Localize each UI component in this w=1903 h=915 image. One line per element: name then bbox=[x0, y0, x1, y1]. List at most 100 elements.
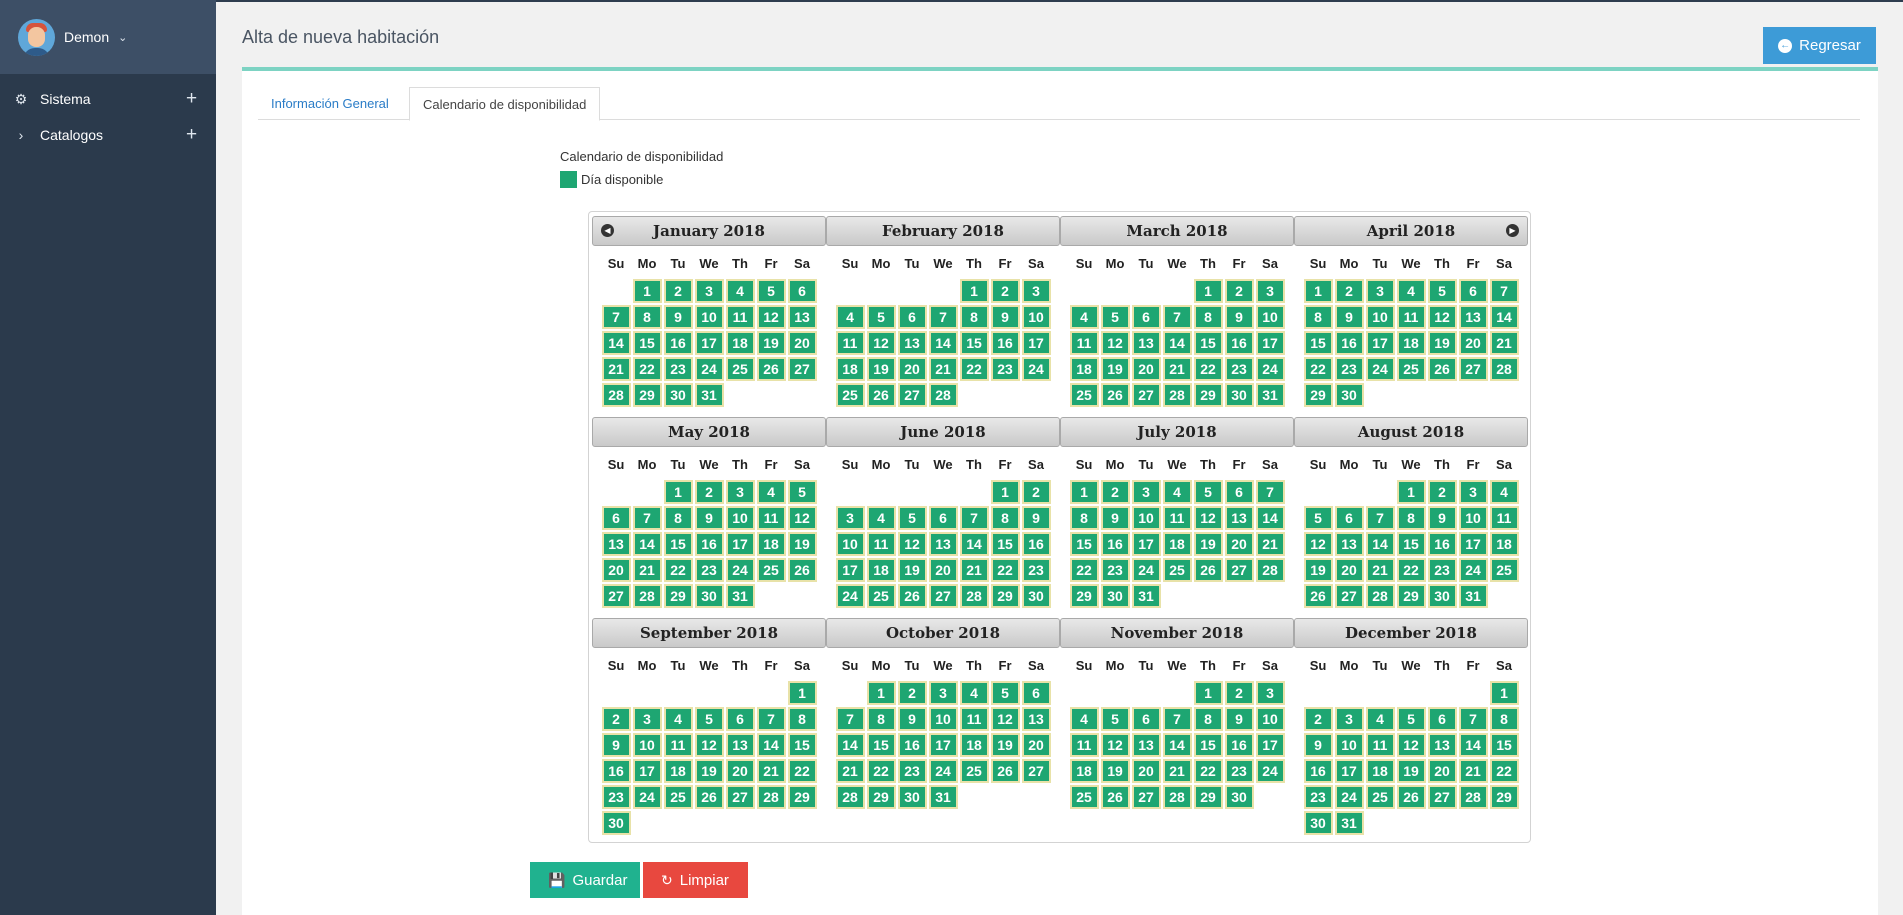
day-cell[interactable]: 12 bbox=[1303, 532, 1333, 556]
day-cell[interactable]: 2 bbox=[1303, 707, 1333, 731]
day-cell[interactable]: 10 bbox=[1255, 707, 1285, 731]
day-cell[interactable]: 15 bbox=[1193, 733, 1223, 757]
day-cell[interactable]: 14 bbox=[1458, 733, 1488, 757]
day-cell[interactable]: 18 bbox=[1396, 331, 1426, 355]
day-cell[interactable]: 21 bbox=[835, 759, 865, 783]
day-cell[interactable]: 24 bbox=[1365, 357, 1395, 381]
day-cell[interactable]: 19 bbox=[1427, 331, 1457, 355]
day-cell[interactable]: 11 bbox=[1396, 305, 1426, 329]
day-cell[interactable]: 19 bbox=[1193, 532, 1223, 556]
day-cell[interactable]: 7 bbox=[1162, 305, 1192, 329]
day-cell[interactable]: 27 bbox=[1458, 357, 1488, 381]
day-cell[interactable]: 6 bbox=[1334, 506, 1364, 530]
day-cell[interactable]: 22 bbox=[1193, 759, 1223, 783]
day-cell[interactable]: 16 bbox=[694, 532, 724, 556]
day-cell[interactable]: 19 bbox=[866, 357, 896, 381]
day-cell[interactable]: 30 bbox=[663, 383, 693, 407]
day-cell[interactable]: 18 bbox=[1365, 759, 1395, 783]
day-cell[interactable]: 28 bbox=[1365, 584, 1395, 608]
day-cell[interactable]: 18 bbox=[1489, 532, 1519, 556]
day-cell[interactable]: 21 bbox=[756, 759, 786, 783]
day-cell[interactable]: 14 bbox=[835, 733, 865, 757]
day-cell[interactable]: 16 bbox=[1224, 733, 1254, 757]
day-cell[interactable]: 10 bbox=[1255, 305, 1285, 329]
day-cell[interactable]: 10 bbox=[725, 506, 755, 530]
day-cell[interactable]: 18 bbox=[959, 733, 989, 757]
day-cell[interactable]: 26 bbox=[694, 785, 724, 809]
day-cell[interactable]: 28 bbox=[756, 785, 786, 809]
day-cell[interactable]: 14 bbox=[1489, 305, 1519, 329]
day-cell[interactable]: 15 bbox=[632, 331, 662, 355]
day-cell[interactable]: 4 bbox=[1162, 480, 1192, 504]
day-cell[interactable]: 15 bbox=[663, 532, 693, 556]
sidebar-item-catalogos[interactable]: › Catalogos + bbox=[0, 117, 216, 153]
day-cell[interactable]: 15 bbox=[1069, 532, 1099, 556]
day-cell[interactable]: 2 bbox=[1021, 480, 1051, 504]
day-cell[interactable]: 4 bbox=[1069, 707, 1099, 731]
day-cell[interactable]: 30 bbox=[1303, 811, 1333, 835]
day-cell[interactable]: 23 bbox=[897, 759, 927, 783]
day-cell[interactable]: 5 bbox=[787, 480, 817, 504]
day-cell[interactable]: 1 bbox=[632, 279, 662, 303]
day-cell[interactable]: 27 bbox=[928, 584, 958, 608]
day-cell[interactable]: 24 bbox=[725, 558, 755, 582]
day-cell[interactable]: 10 bbox=[1021, 305, 1051, 329]
day-cell[interactable]: 17 bbox=[725, 532, 755, 556]
day-cell[interactable]: 19 bbox=[694, 759, 724, 783]
day-cell[interactable]: 29 bbox=[1489, 785, 1519, 809]
day-cell[interactable]: 25 bbox=[1069, 383, 1099, 407]
day-cell[interactable]: 3 bbox=[694, 279, 724, 303]
day-cell[interactable]: 6 bbox=[601, 506, 631, 530]
day-cell[interactable]: 29 bbox=[990, 584, 1020, 608]
day-cell[interactable]: 11 bbox=[959, 707, 989, 731]
day-cell[interactable]: 8 bbox=[787, 707, 817, 731]
day-cell[interactable]: 5 bbox=[897, 506, 927, 530]
plus-icon[interactable]: + bbox=[186, 88, 216, 110]
day-cell[interactable]: 13 bbox=[601, 532, 631, 556]
day-cell[interactable]: 10 bbox=[1334, 733, 1364, 757]
day-cell[interactable]: 27 bbox=[1334, 584, 1364, 608]
day-cell[interactable]: 17 bbox=[1365, 331, 1395, 355]
day-cell[interactable]: 21 bbox=[1365, 558, 1395, 582]
day-cell[interactable]: 1 bbox=[787, 681, 817, 705]
day-cell[interactable]: 13 bbox=[897, 331, 927, 355]
day-cell[interactable]: 31 bbox=[928, 785, 958, 809]
day-cell[interactable]: 12 bbox=[694, 733, 724, 757]
day-cell[interactable]: 7 bbox=[1458, 707, 1488, 731]
day-cell[interactable]: 8 bbox=[663, 506, 693, 530]
day-cell[interactable]: 26 bbox=[756, 357, 786, 381]
day-cell[interactable]: 15 bbox=[1489, 733, 1519, 757]
day-cell[interactable]: 18 bbox=[835, 357, 865, 381]
day-cell[interactable]: 24 bbox=[632, 785, 662, 809]
day-cell[interactable]: 1 bbox=[866, 681, 896, 705]
day-cell[interactable]: 8 bbox=[1303, 305, 1333, 329]
day-cell[interactable]: 3 bbox=[1255, 681, 1285, 705]
day-cell[interactable]: 28 bbox=[601, 383, 631, 407]
day-cell[interactable]: 10 bbox=[632, 733, 662, 757]
day-cell[interactable]: 10 bbox=[1131, 506, 1161, 530]
day-cell[interactable]: 2 bbox=[1100, 480, 1130, 504]
day-cell[interactable]: 12 bbox=[1193, 506, 1223, 530]
day-cell[interactable]: 26 bbox=[1396, 785, 1426, 809]
day-cell[interactable]: 11 bbox=[725, 305, 755, 329]
day-cell[interactable]: 4 bbox=[1365, 707, 1395, 731]
day-cell[interactable]: 17 bbox=[1255, 331, 1285, 355]
day-cell[interactable]: 11 bbox=[756, 506, 786, 530]
day-cell[interactable]: 15 bbox=[1193, 331, 1223, 355]
day-cell[interactable]: 13 bbox=[1334, 532, 1364, 556]
day-cell[interactable]: 24 bbox=[1458, 558, 1488, 582]
day-cell[interactable]: 23 bbox=[601, 785, 631, 809]
day-cell[interactable]: 20 bbox=[601, 558, 631, 582]
day-cell[interactable]: 13 bbox=[928, 532, 958, 556]
day-cell[interactable]: 22 bbox=[663, 558, 693, 582]
day-cell[interactable]: 12 bbox=[990, 707, 1020, 731]
day-cell[interactable]: 16 bbox=[897, 733, 927, 757]
day-cell[interactable]: 6 bbox=[928, 506, 958, 530]
day-cell[interactable]: 24 bbox=[694, 357, 724, 381]
day-cell[interactable]: 25 bbox=[835, 383, 865, 407]
day-cell[interactable]: 28 bbox=[1458, 785, 1488, 809]
day-cell[interactable]: 3 bbox=[1334, 707, 1364, 731]
day-cell[interactable]: 26 bbox=[1100, 785, 1130, 809]
day-cell[interactable]: 6 bbox=[1021, 681, 1051, 705]
day-cell[interactable]: 31 bbox=[1131, 584, 1161, 608]
